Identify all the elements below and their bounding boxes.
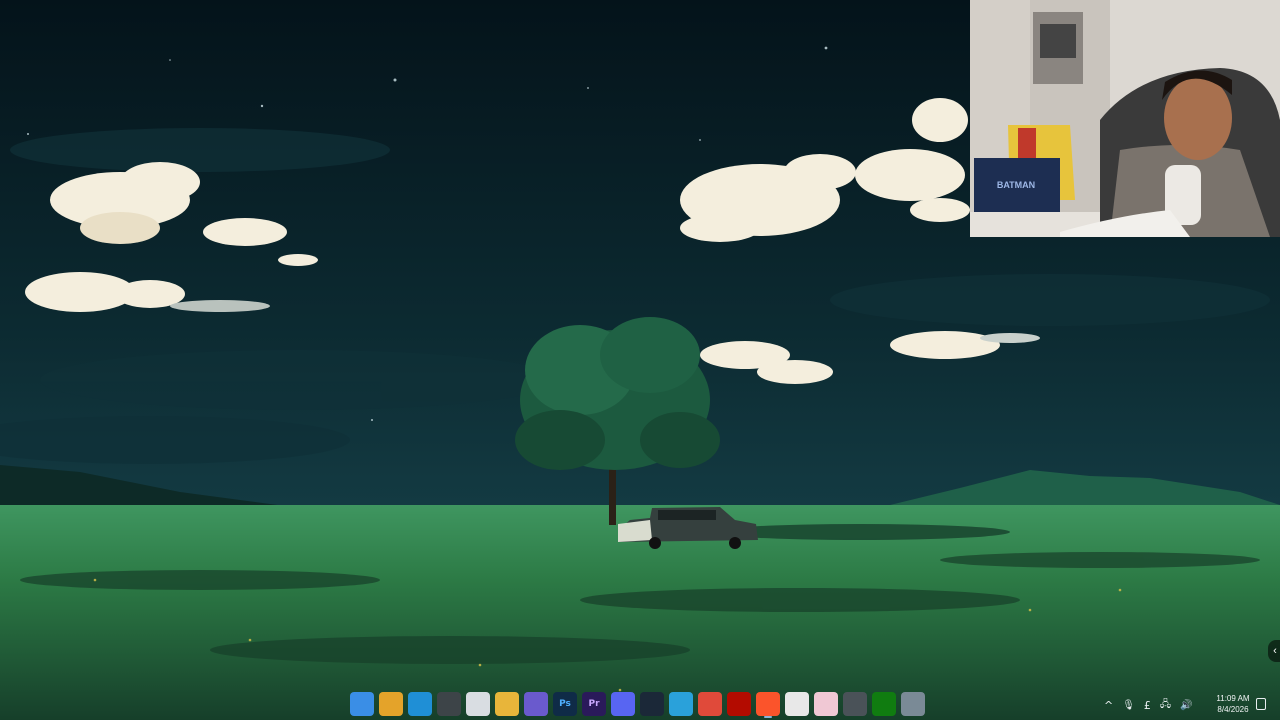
clock-app-icon[interactable] xyxy=(437,692,461,716)
photoshop-icon[interactable]: Ps xyxy=(553,692,577,716)
photoshop-icon-label: Ps xyxy=(559,699,571,709)
acrobat-icon[interactable] xyxy=(727,692,751,716)
start-icon[interactable] xyxy=(350,692,374,716)
notepad-icon[interactable] xyxy=(785,692,809,716)
premiere-icon-label: Pr xyxy=(588,699,600,709)
tray-overflow-chevron-icon[interactable]: ^ xyxy=(1104,699,1113,712)
clock-date: 8/4/2026 xyxy=(1217,705,1249,714)
premiere-icon[interactable]: Pr xyxy=(582,692,606,716)
snipping-icon[interactable] xyxy=(843,692,867,716)
webcam-overlay: BATMAN xyxy=(970,0,1280,237)
show-desktop-chevron[interactable]: ‹ xyxy=(1268,640,1280,662)
brave-icon[interactable] xyxy=(756,692,780,718)
batman-box-label: BATMAN xyxy=(997,180,1035,190)
chrome-icon[interactable] xyxy=(379,692,403,716)
store-icon[interactable] xyxy=(466,692,490,716)
microphone-icon[interactable]: 🎙 xyxy=(1122,700,1135,711)
notification-icon[interactable] xyxy=(1256,698,1266,710)
xbox-icon[interactable] xyxy=(872,692,896,716)
settings-icon[interactable] xyxy=(901,692,925,716)
steam-icon[interactable] xyxy=(640,692,664,716)
discord-icon[interactable] xyxy=(611,692,635,716)
webcam-feed: BATMAN xyxy=(970,0,1280,237)
system-tray: ^ 🎙 £ 🖧 🔊 xyxy=(1104,690,1193,720)
screenrec-icon[interactable] xyxy=(698,692,722,716)
network-icon[interactable]: 🖧 xyxy=(1160,697,1171,714)
language-indicator[interactable]: £ xyxy=(1144,699,1151,712)
telegram-icon[interactable] xyxy=(669,692,693,716)
photos-icon[interactable] xyxy=(814,692,838,716)
clock-time: 11:09 AM xyxy=(1216,694,1250,703)
edge-icon[interactable] xyxy=(408,692,432,716)
taskbar-pinned-apps: Ps Pr xyxy=(350,692,925,718)
media-icon[interactable] xyxy=(524,692,548,716)
file-explorer-icon[interactable] xyxy=(495,692,519,716)
taskbar-clock[interactable]: 11:09 AM 8/4/2026 xyxy=(1210,693,1256,715)
volume-icon[interactable]: 🔊 xyxy=(1180,700,1192,711)
taskbar: Ps Pr ^ 🎙 £ 🖧 🔊 11:09 AM 8/4/2026 xyxy=(0,690,1280,720)
